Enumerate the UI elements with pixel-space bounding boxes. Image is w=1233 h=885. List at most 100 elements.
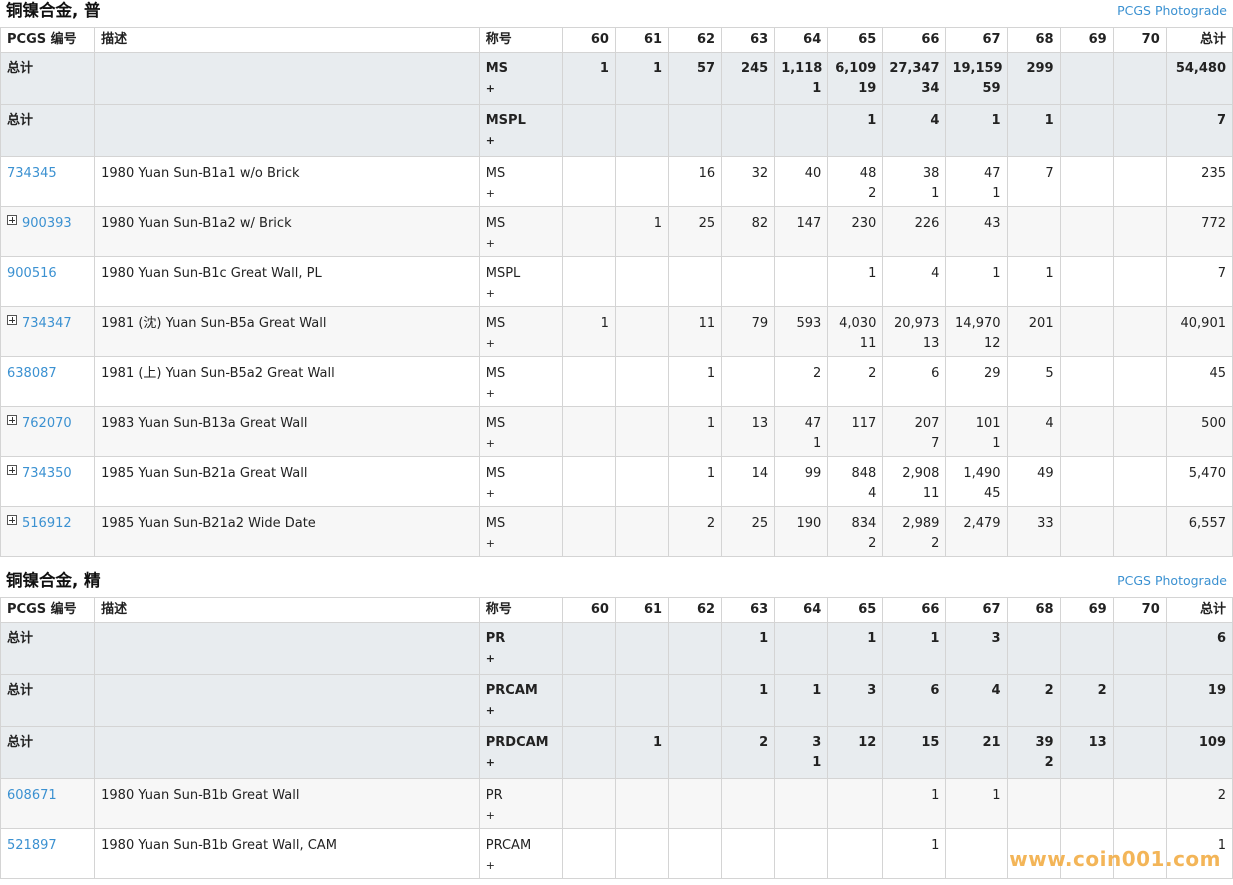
pcgs-number-link[interactable]: 734347 xyxy=(22,316,72,331)
grade-count: 21 xyxy=(982,735,1001,750)
grade-count-cell: 38 1 xyxy=(882,156,947,207)
expand-plus-icon[interactable] xyxy=(7,215,17,225)
grade-count-cell xyxy=(614,778,670,829)
grade-count: 1 xyxy=(599,61,609,76)
grade-count-cell xyxy=(561,104,616,157)
grade-count-cell: 1 xyxy=(721,622,776,675)
pcgs-cell: 516912 xyxy=(0,506,96,557)
plus-designation: + xyxy=(485,387,495,400)
grade-count-cell: 48 2 xyxy=(827,156,884,207)
grade-count: 6,109 xyxy=(835,61,877,76)
grade-count-cell xyxy=(721,778,776,829)
coin-description: 1980 Yuan Sun-B1b Great Wall xyxy=(101,788,300,803)
pcgs-number-link[interactable]: 900393 xyxy=(22,216,72,231)
row-total-cell: 109 xyxy=(1165,726,1233,779)
grade-count: 2 xyxy=(1044,683,1054,698)
grade-count: 1 xyxy=(706,466,716,481)
grade-count: 1 xyxy=(1045,266,1054,281)
grade-count-cell: 4 xyxy=(882,104,947,157)
pcgs-number-link[interactable]: 608671 xyxy=(7,788,57,803)
plus-grade-count: 11 xyxy=(859,336,877,351)
grade-count: 14 xyxy=(751,466,769,481)
grade-count-cell xyxy=(614,356,670,407)
grade-count-cell: 4 xyxy=(882,256,947,307)
grade-count-cell xyxy=(1112,206,1167,257)
grade-count-cell xyxy=(561,356,616,407)
pcgs-cell: 总计 xyxy=(0,674,96,727)
grade-count: 201 xyxy=(1028,316,1054,331)
plus-grade-count: 2 xyxy=(868,536,877,551)
grade-count: 4 xyxy=(991,683,1001,698)
grade-count-cell xyxy=(614,506,670,557)
grade-count-cell xyxy=(1059,306,1114,357)
description-cell xyxy=(94,622,480,675)
pcgs-number-link[interactable]: 638087 xyxy=(7,366,57,381)
grade-count-cell: 14,970 12 xyxy=(945,306,1008,357)
grade-count: 25 xyxy=(698,216,716,231)
grade-count: 190 xyxy=(796,516,822,531)
pcgs-number-link[interactable]: 734350 xyxy=(22,466,72,481)
grade-count-cell: 848 4 xyxy=(827,456,884,507)
designation-cell: PR + xyxy=(478,778,563,829)
photograde-link[interactable]: PCGS Photograde xyxy=(1117,2,1227,20)
designation-cell: PRCAM + xyxy=(478,828,563,879)
photograde-link[interactable]: PCGS Photograde xyxy=(1117,572,1227,590)
row-total-cell: 19 xyxy=(1165,674,1233,727)
grade-count-cell: 4 xyxy=(945,674,1008,727)
expand-plus-icon[interactable] xyxy=(7,465,17,475)
grade-count-cell: 1 xyxy=(882,622,947,675)
grade-count: 834 xyxy=(851,516,877,531)
grade-count-cell xyxy=(774,256,829,307)
grade-count: 1 xyxy=(992,266,1001,281)
grade-count-cell: 47 1 xyxy=(945,156,1008,207)
expand-plus-icon[interactable] xyxy=(7,315,17,325)
designation: MS xyxy=(485,416,506,431)
pcgs-cell: 608671 xyxy=(0,778,96,829)
expand-plus-icon[interactable] xyxy=(7,515,17,525)
grade-count: 1 xyxy=(759,683,769,698)
pcgs-number-link[interactable]: 900516 xyxy=(7,266,57,281)
coin-row: 762070 1983 Yuan Sun-B13a Great Wall MS +1 1… xyxy=(0,406,1233,457)
grade-count: 11 xyxy=(698,316,716,331)
pcgs-number-link[interactable]: 516912 xyxy=(22,516,72,531)
plus-designation: + xyxy=(485,652,495,665)
expand-plus-icon[interactable] xyxy=(7,415,17,425)
description-cell: 1985 Yuan Sun-B21a2 Wide Date xyxy=(94,506,480,557)
col-header-grade: 64 xyxy=(774,27,829,53)
plus-grade-count: 7 xyxy=(931,436,940,451)
grade-count: 40 xyxy=(804,166,822,181)
grade-count-cell: 13 xyxy=(1059,726,1114,779)
coin-description: 1985 Yuan Sun-B21a2 Wide Date xyxy=(101,516,316,531)
section-header: 铜镍合金, 普 PCGS Photograde xyxy=(0,0,1233,27)
grade-count-cell xyxy=(668,778,723,829)
grade-count-cell: 230 xyxy=(827,206,884,257)
grade-count-cell: 27,347 34 xyxy=(882,52,947,105)
grade-count-cell xyxy=(1059,456,1114,507)
plus-grade-count: 1 xyxy=(992,186,1001,201)
grade-count: 3 xyxy=(867,683,877,698)
designation-cell: PRCAM + xyxy=(478,674,563,727)
grade-count: 79 xyxy=(751,316,769,331)
pcgs-cell: 总计 xyxy=(0,726,96,779)
total-row: 总计 PR +1 1 1 3 6 xyxy=(0,622,1233,675)
pcgs-number-link[interactable]: 762070 xyxy=(22,416,72,431)
grade-count-cell: 1 xyxy=(827,622,884,675)
pcgs-cell: 总计 xyxy=(0,52,96,105)
grade-count: 99 xyxy=(804,466,822,481)
row-total: 772 xyxy=(1201,216,1226,231)
coin-row: 608671 1980 Yuan Sun-B1b Great Wall PR +1 1 2 xyxy=(0,778,1233,829)
pcgs-cell: 734345 xyxy=(0,156,96,207)
pcgs-number-link[interactable]: 734345 xyxy=(7,166,57,181)
col-header-grade: 60 xyxy=(561,27,616,53)
grade-count-cell: 1 xyxy=(882,828,947,879)
grade-count: 4 xyxy=(930,113,940,128)
grade-count: 1 xyxy=(867,113,877,128)
grade-count-cell: 1 xyxy=(774,674,829,727)
plus-designation: + xyxy=(485,487,495,500)
row-total-cell: 500 xyxy=(1165,406,1233,457)
grade-count-cell xyxy=(721,356,776,407)
row-total: 7 xyxy=(1217,266,1226,281)
pcgs-number-link[interactable]: 521897 xyxy=(7,838,57,853)
grade-count: 1 xyxy=(706,416,716,431)
col-header-grade: 65 xyxy=(827,27,884,53)
